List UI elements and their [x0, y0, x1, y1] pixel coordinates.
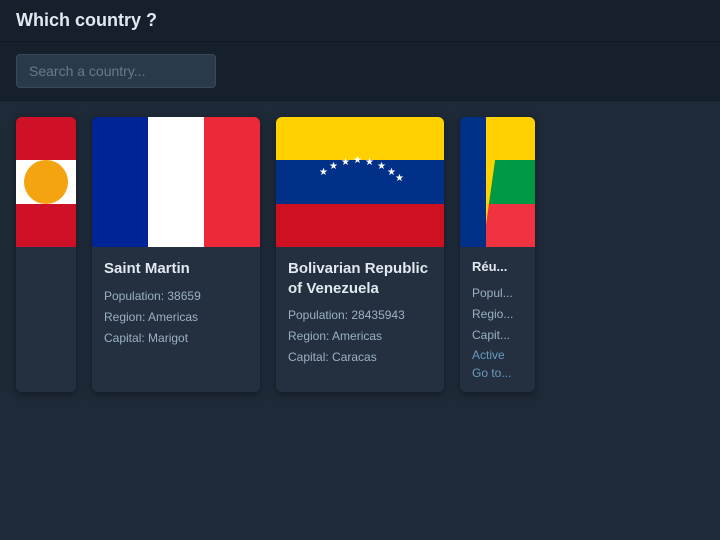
- search-bar: [0, 42, 720, 101]
- card-population-venezuela: Population: 28435943: [288, 306, 432, 324]
- card-region-reunion: Regio...: [472, 305, 523, 323]
- card-name-saint-martin: Saint Martin: [104, 259, 248, 279]
- flag-french-polynesia: [16, 117, 76, 247]
- card-reunion[interactable]: Réu... Popul... Regio... Capit... Active…: [460, 117, 535, 392]
- card-capital-venezuela: Capital: Caracas: [288, 348, 432, 366]
- search-input[interactable]: [16, 54, 216, 88]
- flag-reunion: [460, 117, 535, 247]
- card-active-reunion: Active: [472, 348, 523, 362]
- card-info-saint-martin: Saint Martin Population: 38659 Region: A…: [92, 247, 260, 362]
- france-white-stripe: [148, 117, 204, 247]
- card-goto-reunion[interactable]: Go to...: [472, 366, 523, 380]
- cards-container: Saint Martin Population: 38659 Region: A…: [0, 101, 720, 408]
- card-population-reunion: Popul...: [472, 284, 523, 302]
- card-capital-reunion: Capit...: [472, 326, 523, 344]
- card-venezuela[interactable]: ★ ★ ★ ★ ★ ★ ★ ★ Bolivarian Republic o: [276, 117, 444, 392]
- france-red-stripe: [204, 117, 260, 247]
- venezuela-blue-stripe: ★ ★ ★ ★ ★ ★ ★ ★: [276, 160, 444, 203]
- header-title: Which country ?: [16, 10, 157, 31]
- flag-saint-martin: [92, 117, 260, 247]
- card-capital-saint-martin: Capital: Marigot: [104, 329, 248, 347]
- venezuela-yellow-stripe: [276, 117, 444, 160]
- flag-venezuela: ★ ★ ★ ★ ★ ★ ★ ★: [276, 117, 444, 247]
- card-region-saint-martin: Region: Americas: [104, 308, 248, 326]
- card-info-venezuela: Bolivarian Republic of Venezuela Populat…: [276, 247, 444, 381]
- header: Which country ?: [0, 0, 720, 42]
- card-population-saint-martin: Population: 38659: [104, 287, 248, 305]
- card-saint-martin[interactable]: Saint Martin Population: 38659 Region: A…: [92, 117, 260, 392]
- card-name-venezuela: Bolivarian Republic of Venezuela: [288, 259, 432, 298]
- card-info-french-polynesia: [16, 247, 76, 271]
- card-info-reunion: Réu... Popul... Regio... Capit... Active…: [460, 247, 535, 392]
- france-blue-stripe: [92, 117, 148, 247]
- venezuela-red-stripe: [276, 204, 444, 247]
- card-region-venezuela: Region: Americas: [288, 327, 432, 345]
- card-name-reunion: Réu...: [472, 259, 523, 276]
- card-french-polynesia[interactable]: [16, 117, 76, 392]
